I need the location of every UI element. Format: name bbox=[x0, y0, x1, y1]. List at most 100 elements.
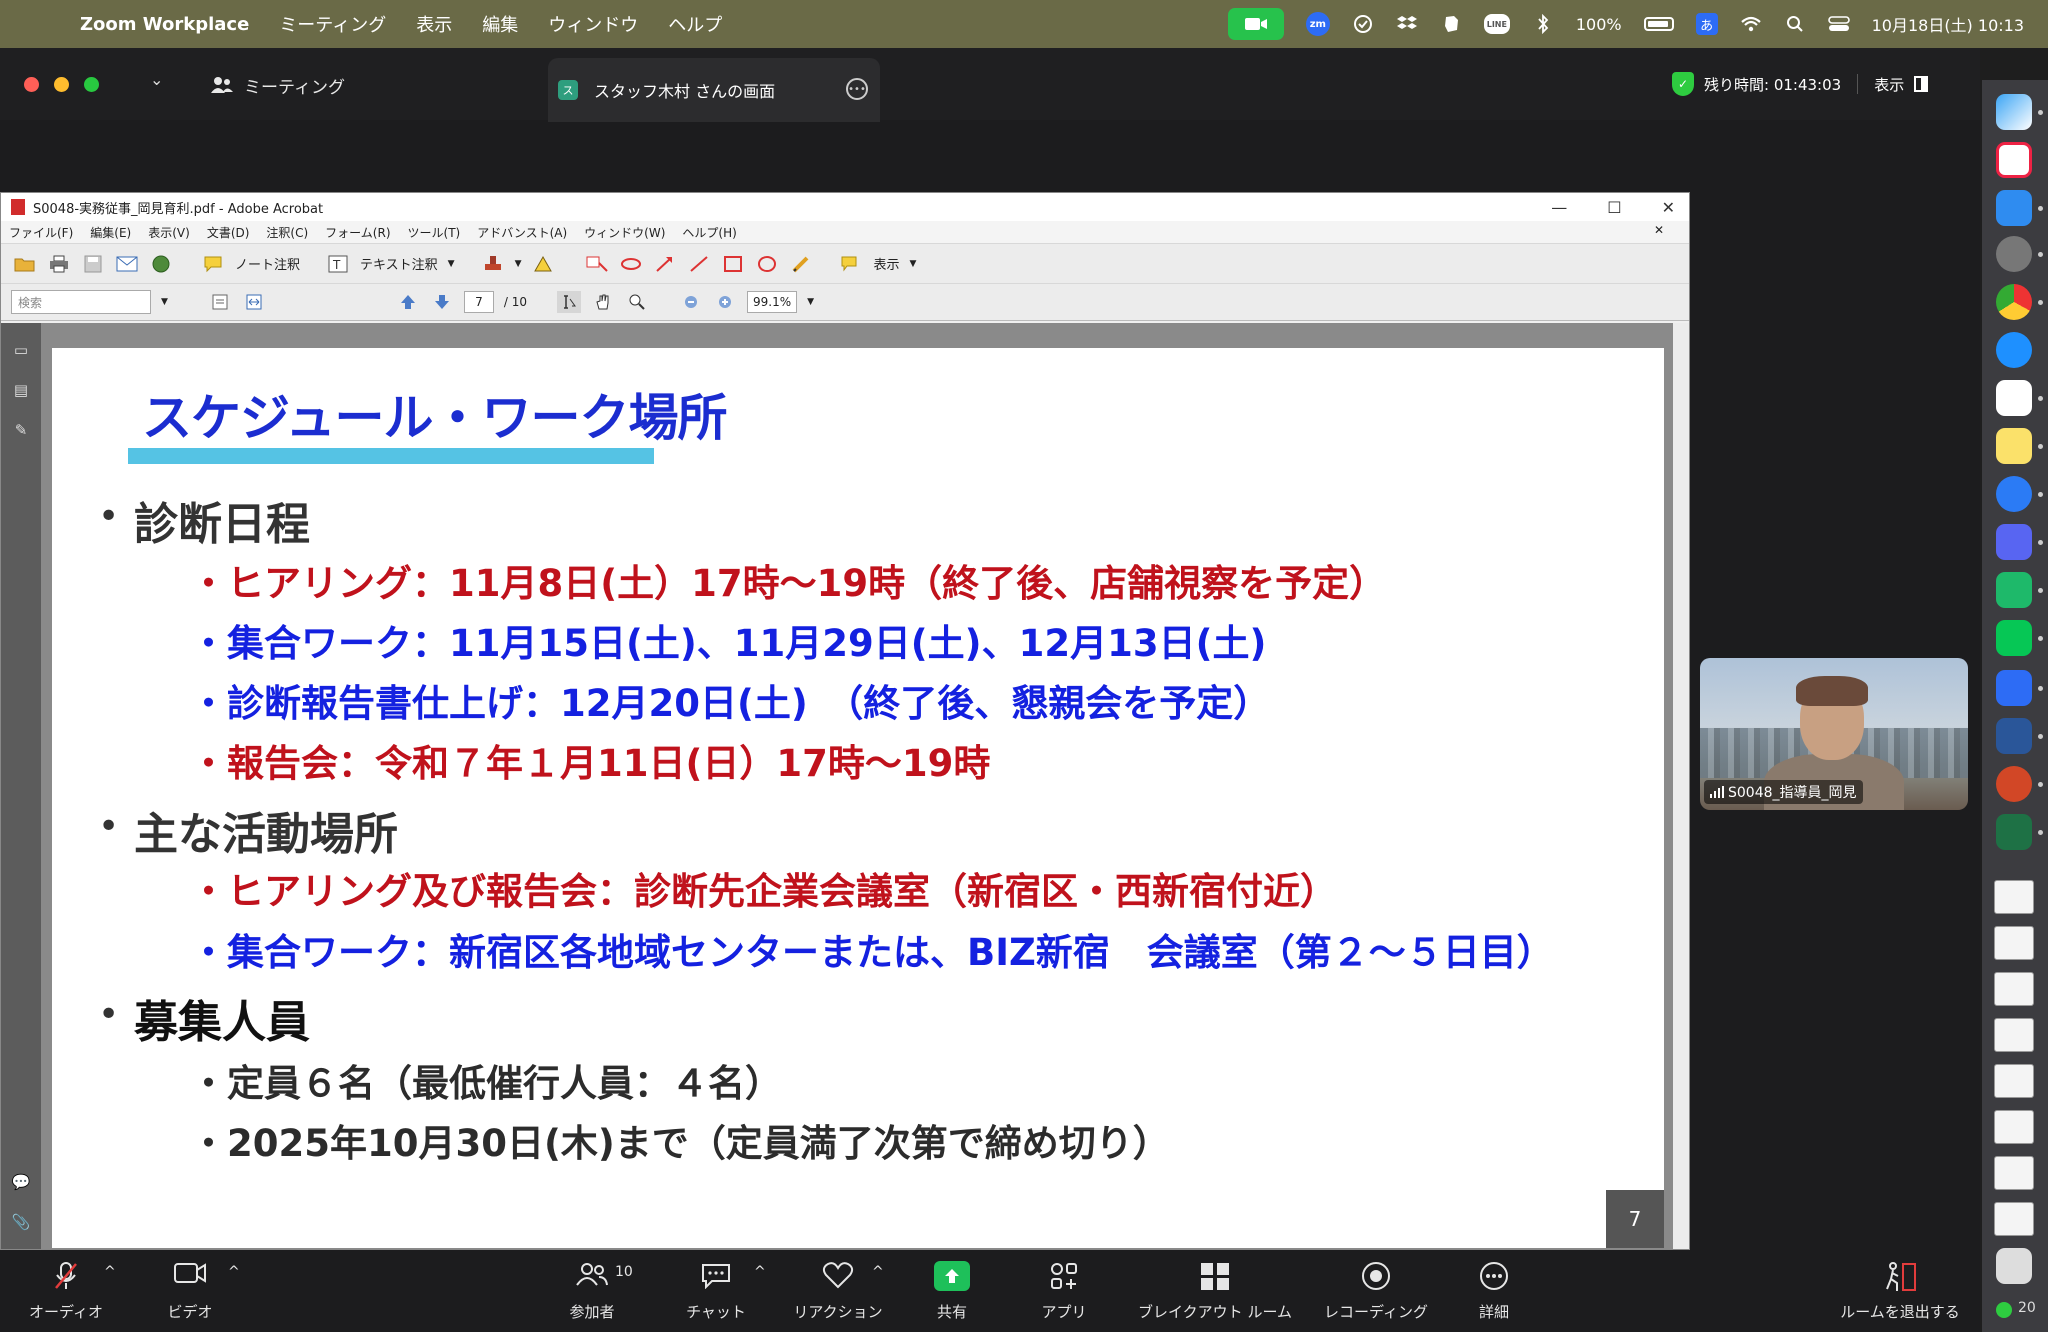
evernote-icon[interactable] bbox=[1996, 572, 2032, 608]
text-comment-icon[interactable]: T bbox=[326, 253, 350, 275]
excel-icon[interactable] bbox=[1996, 814, 2032, 850]
window-zoom-button[interactable] bbox=[84, 77, 99, 92]
tab-screen-share[interactable]: ス スタッフ木村 さんの画面 ••• bbox=[548, 58, 880, 122]
trash-icon[interactable] bbox=[1996, 1248, 2032, 1284]
launchpad-icon[interactable] bbox=[1996, 142, 2032, 178]
menu-window[interactable]: ウィンドウ bbox=[548, 11, 638, 37]
select-text-icon[interactable] bbox=[557, 291, 582, 313]
comments-panel-icon[interactable]: 💬 bbox=[10, 1173, 32, 1195]
dropdown-caret-icon[interactable]: ▼ bbox=[448, 259, 455, 269]
menu-view[interactable]: 表示 bbox=[416, 11, 452, 37]
minimized-window-thumbnail[interactable] bbox=[1994, 1064, 2034, 1098]
menu-view[interactable]: 表示(V) bbox=[148, 224, 190, 241]
apps-button[interactable]: アプリ bbox=[1024, 1250, 1104, 1332]
view-layout-icon[interactable] bbox=[1914, 76, 1929, 92]
zoom-in-icon[interactable] bbox=[713, 291, 737, 313]
reactions-button[interactable]: リアクション bbox=[788, 1250, 888, 1332]
oval-icon[interactable] bbox=[755, 253, 779, 275]
participants-button[interactable]: 10 参加者 bbox=[552, 1250, 633, 1332]
minimized-window-thumbnail[interactable] bbox=[1994, 1110, 2034, 1144]
rectangle-icon[interactable] bbox=[721, 253, 745, 275]
control-center-icon[interactable] bbox=[1827, 13, 1850, 35]
app-menu[interactable]: Zoom Workplace bbox=[80, 14, 249, 35]
spotlight-search-icon[interactable] bbox=[1784, 13, 1806, 35]
save-icon[interactable] bbox=[81, 253, 105, 275]
email-icon[interactable] bbox=[115, 253, 139, 275]
security-shield-icon[interactable]: ✓ bbox=[1672, 72, 1694, 96]
video-button[interactable]: ビデオ bbox=[150, 1250, 230, 1332]
messenger-icon[interactable] bbox=[1996, 476, 2032, 512]
close-icon[interactable]: ✕ bbox=[1662, 198, 1675, 217]
page-number-input[interactable]: 7 bbox=[463, 291, 494, 313]
zoom-tool-icon[interactable] bbox=[625, 291, 649, 313]
search-input[interactable]: 検索 bbox=[11, 290, 151, 314]
previous-page-icon[interactable] bbox=[396, 291, 420, 313]
minimized-window-thumbnail[interactable] bbox=[1994, 1202, 2034, 1236]
pages-panel-icon[interactable]: ▭ bbox=[10, 341, 32, 363]
menu-help[interactable]: ヘルプ(H) bbox=[682, 224, 736, 241]
wifi-icon[interactable] bbox=[1740, 13, 1762, 35]
window-minimize-button[interactable] bbox=[54, 77, 69, 92]
share-screen-button[interactable]: 共有 bbox=[912, 1250, 992, 1332]
show-comments-icon[interactable] bbox=[839, 253, 863, 275]
hand-tool-icon[interactable] bbox=[591, 291, 615, 313]
recording-button[interactable]: レコーディング bbox=[1316, 1250, 1436, 1332]
battery-icon[interactable] bbox=[1643, 17, 1674, 31]
breakout-rooms-button[interactable]: ブレイクアウト ルーム bbox=[1130, 1250, 1300, 1332]
minimized-window-thumbnail[interactable] bbox=[1994, 1018, 2034, 1052]
mail-icon[interactable] bbox=[1996, 190, 2032, 226]
word-icon[interactable] bbox=[1996, 718, 2032, 754]
minimized-window-thumbnail[interactable] bbox=[1994, 1156, 2034, 1190]
powerpoint-icon[interactable] bbox=[1996, 766, 2032, 802]
note-comment-icon[interactable] bbox=[201, 253, 225, 275]
audio-button[interactable]: オーディオ bbox=[26, 1250, 106, 1332]
zoom-icon[interactable] bbox=[1996, 670, 2032, 706]
menu-document[interactable]: 文書(D) bbox=[207, 224, 250, 241]
minimized-window-thumbnail[interactable] bbox=[1994, 972, 2034, 1006]
input-method-icon[interactable]: あ bbox=[1695, 13, 1718, 35]
chat-options-caret-icon[interactable]: ^ bbox=[754, 1264, 766, 1280]
globe-icon[interactable] bbox=[149, 253, 173, 275]
zoom-out-icon[interactable] bbox=[679, 291, 703, 313]
search-dropdown-icon[interactable]: ▼ bbox=[161, 297, 168, 307]
menu-form[interactable]: フォーム(R) bbox=[325, 224, 390, 241]
show-button[interactable]: 表示 bbox=[873, 254, 899, 273]
attachments-panel-icon[interactable]: 📎 bbox=[10, 1213, 32, 1235]
safari-icon[interactable] bbox=[1996, 332, 2032, 368]
zoom-menubar-icon[interactable]: zm bbox=[1305, 12, 1330, 36]
fit-width-icon[interactable] bbox=[242, 291, 266, 313]
more-button[interactable]: 詳細 bbox=[1454, 1250, 1534, 1332]
vertical-scrollbar[interactable] bbox=[1673, 323, 1689, 1249]
open-folder-icon[interactable] bbox=[13, 253, 37, 275]
finder-icon[interactable] bbox=[1996, 94, 2032, 130]
menu-edit[interactable]: 編集(E) bbox=[90, 224, 131, 241]
highlight-icon[interactable] bbox=[531, 253, 555, 275]
bluetooth-icon[interactable] bbox=[1532, 13, 1554, 35]
menu-tools[interactable]: ツール(T) bbox=[408, 224, 461, 241]
dropbox-icon[interactable] bbox=[1396, 13, 1418, 35]
maximize-icon[interactable]: ☐ bbox=[1607, 198, 1621, 217]
print-icon[interactable] bbox=[47, 253, 71, 275]
dropdown-caret-icon[interactable]: ▼ bbox=[515, 259, 522, 269]
chevron-down-icon[interactable]: ⌄ bbox=[150, 70, 163, 89]
reactions-options-caret-icon[interactable]: ^ bbox=[872, 1264, 884, 1280]
menu-meeting[interactable]: ミーティング bbox=[279, 11, 386, 37]
line-icon[interactable] bbox=[687, 253, 711, 275]
menu-comment[interactable]: 注釈(C) bbox=[266, 224, 308, 241]
arrow-icon[interactable] bbox=[653, 253, 677, 275]
view-button[interactable]: 表示 bbox=[1874, 74, 1904, 95]
note-comment-button[interactable]: ノート注釈 bbox=[235, 254, 300, 273]
evernote-icon[interactable] bbox=[1440, 13, 1462, 35]
menu-window[interactable]: ウィンドウ(W) bbox=[584, 224, 665, 241]
cloud-icon[interactable] bbox=[619, 253, 643, 275]
dropdown-caret-icon[interactable]: ▼ bbox=[910, 259, 917, 269]
zoom-dropdown-icon[interactable]: ▼ bbox=[807, 297, 814, 307]
line-icon[interactable] bbox=[1996, 620, 2032, 656]
pencil-icon[interactable] bbox=[789, 253, 813, 275]
close-document-icon[interactable]: ✕ bbox=[1654, 223, 1664, 237]
participant-video-tile[interactable]: S0048_指導員_岡見 bbox=[1700, 658, 1968, 810]
checkmark-circle-icon[interactable] bbox=[1352, 13, 1374, 35]
window-close-button[interactable] bbox=[24, 77, 39, 92]
tab-meeting[interactable]: ミーティング bbox=[210, 68, 345, 102]
callout-icon[interactable] bbox=[585, 253, 609, 275]
